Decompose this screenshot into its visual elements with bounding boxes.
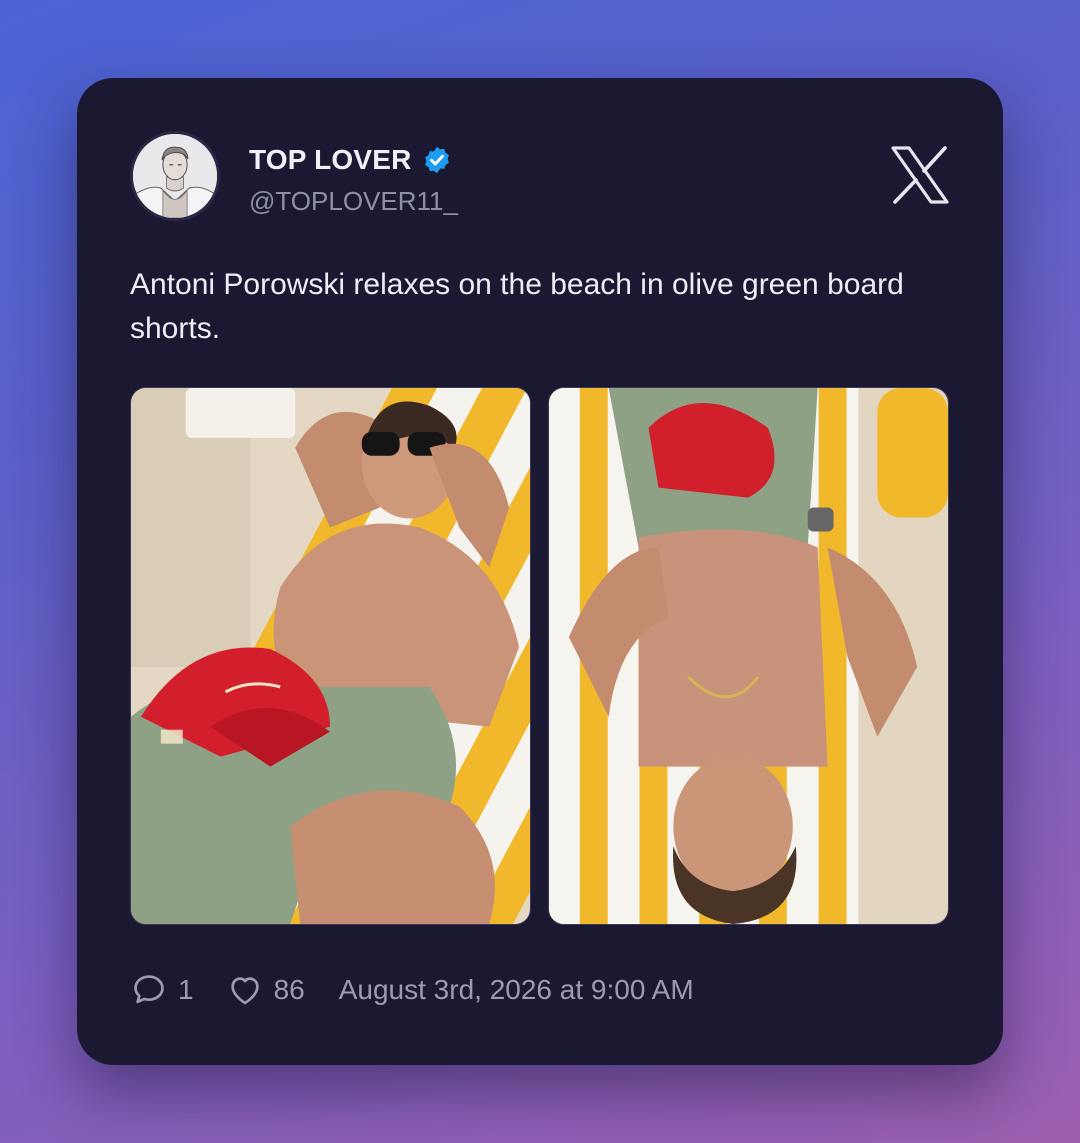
author-handle[interactable]: @TOPLOVER11_: [249, 186, 458, 217]
photo-man-lounging-icon: [131, 388, 530, 924]
tweet-timestamp[interactable]: August 3rd, 2026 at 9:00 AM: [339, 974, 694, 1006]
author-display-name[interactable]: TOP LOVER: [249, 144, 412, 176]
tweet-footer: 1 86 August 3rd, 2026 at 9:00 AM: [130, 971, 694, 1009]
tweet-photo-1[interactable]: [130, 387, 531, 925]
verified-badge-icon: [424, 146, 449, 174]
tweet-card: TOP LOVER @TOPLOVER11_ Antoni Porowski r…: [77, 78, 1003, 1065]
reply-action[interactable]: 1: [130, 971, 194, 1009]
reply-count: 1: [178, 974, 194, 1005]
like-count: 86: [273, 974, 305, 1005]
tweet-photo-2[interactable]: [548, 387, 949, 925]
heart-icon: [230, 977, 259, 1005]
like-action[interactable]: 86: [226, 971, 305, 1009]
author-name-row: TOP LOVER: [249, 144, 452, 176]
reply-bubble-icon: [134, 975, 164, 1004]
author-avatar[interactable]: [130, 131, 220, 221]
x-logo-icon[interactable]: [889, 144, 951, 206]
avatar-illustration-icon: [133, 134, 217, 218]
tweet-text: Antoni Porowski relaxes on the beach in …: [130, 268, 904, 345]
photo-man-on-towel-icon: [549, 388, 948, 924]
